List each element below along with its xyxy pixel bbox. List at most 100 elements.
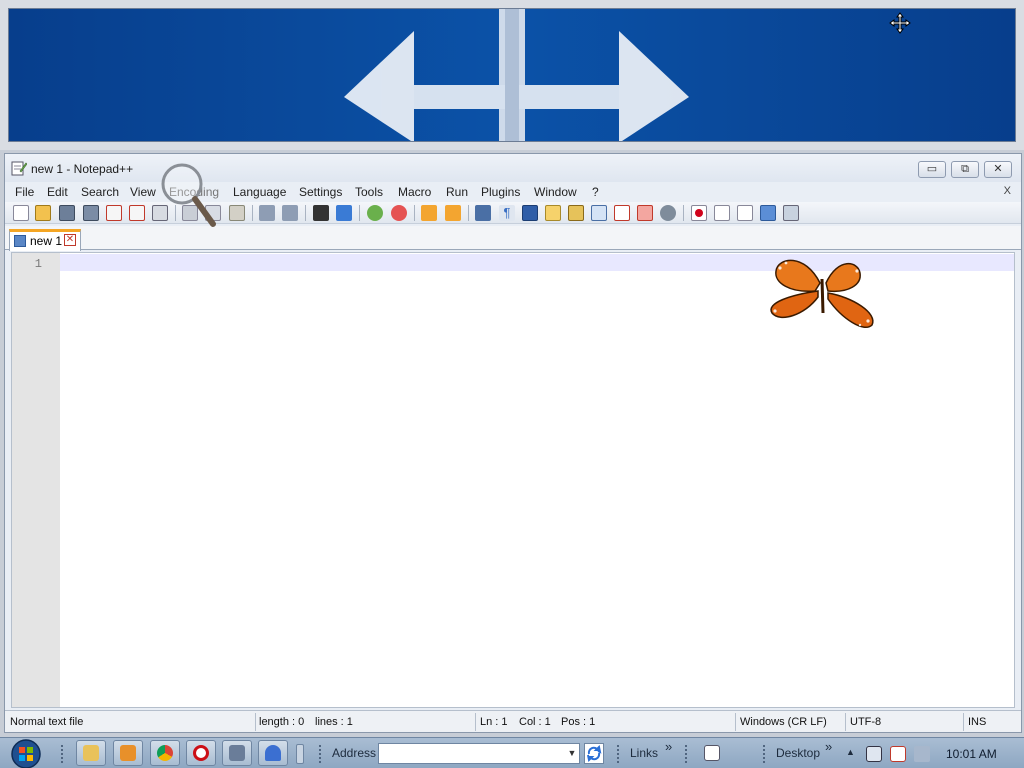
word-wrap-icon[interactable] [475, 205, 491, 221]
line-number-gutter: 1 [12, 253, 60, 707]
status-separator [963, 713, 964, 731]
menu-edit[interactable]: Edit [47, 185, 68, 199]
zoom-in-icon[interactable] [367, 205, 383, 221]
desktop-chevron-icon[interactable]: » [825, 739, 832, 754]
tab-new-1[interactable]: new 1 ✕ [9, 229, 81, 251]
record-macro-icon[interactable] [691, 205, 707, 221]
magnified-cursor-view [8, 8, 1016, 142]
minimize-button[interactable]: ▭ [918, 161, 946, 178]
close-document-button[interactable]: X [1004, 185, 1011, 197]
stop-recording-icon[interactable] [660, 205, 676, 221]
status-separator [735, 713, 736, 731]
monitoring-icon[interactable] [637, 205, 653, 221]
menu-run[interactable]: Run [446, 185, 468, 199]
status-file-type: Normal text file [10, 716, 84, 728]
play-macro-icon[interactable] [737, 205, 753, 221]
action-center-icon[interactable] [890, 746, 906, 762]
status-length: length : 0 [259, 716, 305, 728]
tab-close-icon[interactable]: ✕ [64, 234, 76, 246]
status-column: Col : 1 [519, 716, 551, 728]
desktop-label[interactable]: Desktop [776, 746, 820, 760]
taskbar-network-button[interactable] [222, 740, 252, 766]
address-label: Address [332, 746, 377, 760]
undo-icon[interactable] [259, 205, 275, 221]
menu-tools[interactable]: Tools [355, 185, 383, 199]
sync-horizontal-icon[interactable] [445, 205, 461, 221]
folder-icon [83, 745, 99, 761]
save-macro-icon[interactable] [783, 205, 799, 221]
toolbar-separator [468, 205, 469, 221]
toolbar-grip[interactable] [762, 744, 766, 764]
status-position: Pos : 1 [561, 716, 596, 728]
text-editor[interactable]: 1 [11, 252, 1015, 708]
menu-help[interactable]: ? [592, 185, 599, 199]
function-list-icon[interactable] [591, 205, 607, 221]
close-file-icon[interactable] [106, 205, 122, 221]
stop-macro-icon[interactable] [714, 205, 730, 221]
toolbar-grip[interactable] [616, 744, 620, 764]
taskbar-sailboat-button[interactable] [258, 740, 288, 766]
taskbar: Address ▼ Links » Desktop » ▲ 10:01 AM [0, 737, 1024, 768]
toolbar-separator [683, 205, 684, 221]
open-file-icon[interactable] [35, 205, 51, 221]
menu-search[interactable]: Search [81, 185, 119, 199]
toolbar-grip[interactable] [318, 744, 322, 764]
opera-icon [193, 745, 209, 761]
redo-icon[interactable] [282, 205, 298, 221]
toolbar-grip[interactable] [60, 744, 64, 764]
window-title: new 1 - Notepad++ [31, 162, 134, 176]
indent-guide-icon[interactable] [522, 205, 538, 221]
chevron-down-icon[interactable]: ▼ [566, 744, 578, 762]
menu-settings[interactable]: Settings [299, 185, 342, 199]
replace-icon[interactable] [336, 205, 352, 221]
paste-icon[interactable] [229, 205, 245, 221]
close-all-icon[interactable] [129, 205, 145, 221]
show-hidden-icons-icon[interactable]: ▲ [846, 747, 855, 757]
show-all-characters-icon[interactable]: ¶ [499, 205, 515, 221]
sync-vertical-icon[interactable] [421, 205, 437, 221]
taskbar-chrome-button[interactable] [150, 740, 180, 766]
saved-file-icon [14, 235, 26, 247]
maximize-button[interactable]: ⧉ [951, 161, 979, 178]
zoom-out-icon[interactable] [391, 205, 407, 221]
menu-macro[interactable]: Macro [398, 185, 431, 199]
magnified-resize-arrow-icon [344, 9, 689, 141]
folder-workspace-icon[interactable] [614, 205, 630, 221]
clock[interactable]: 10:01 AM [946, 747, 997, 761]
taskbar-opera-button[interactable] [186, 740, 216, 766]
network-tray-icon[interactable] [866, 746, 882, 762]
status-bar: Normal text file length : 0 lines : 1 Ln… [5, 710, 1021, 732]
menu-view[interactable]: View [130, 185, 156, 199]
start-orb-icon[interactable] [8, 739, 44, 768]
volume-icon[interactable] [914, 746, 930, 762]
close-button[interactable]: ✕ [984, 161, 1012, 178]
run-macro-multiple-icon[interactable] [760, 205, 776, 221]
taskbar-explorer-button[interactable] [76, 740, 106, 766]
menu-file[interactable]: File [15, 185, 34, 199]
notepad-quicklaunch-icon[interactable] [704, 745, 720, 761]
save-all-icon[interactable] [83, 205, 99, 221]
toolbar-grip[interactable] [684, 744, 688, 764]
go-button[interactable] [584, 743, 604, 764]
find-icon[interactable] [313, 205, 329, 221]
status-line: Ln : 1 [480, 716, 508, 728]
new-file-icon[interactable] [13, 205, 29, 221]
links-chevron-icon[interactable]: » [665, 739, 672, 754]
menu-window[interactable]: Window [534, 185, 577, 199]
address-input[interactable] [378, 743, 580, 764]
menu-plugins[interactable]: Plugins [481, 185, 520, 199]
toolbar-separator [359, 205, 360, 221]
doc-map-icon[interactable] [568, 205, 584, 221]
status-encoding: UTF-8 [850, 716, 882, 728]
user-language-icon[interactable] [545, 205, 561, 221]
taskbar-scroll-icon[interactable] [296, 744, 304, 764]
taskbar-media-player-button[interactable] [113, 740, 143, 766]
media-player-icon [120, 745, 136, 761]
menu-language[interactable]: Language [233, 185, 286, 199]
toolbar-separator [414, 205, 415, 221]
links-label[interactable]: Links [630, 746, 658, 760]
status-separator [845, 713, 846, 731]
save-icon[interactable] [59, 205, 75, 221]
toolbar-separator [252, 205, 253, 221]
chrome-icon [157, 745, 173, 761]
